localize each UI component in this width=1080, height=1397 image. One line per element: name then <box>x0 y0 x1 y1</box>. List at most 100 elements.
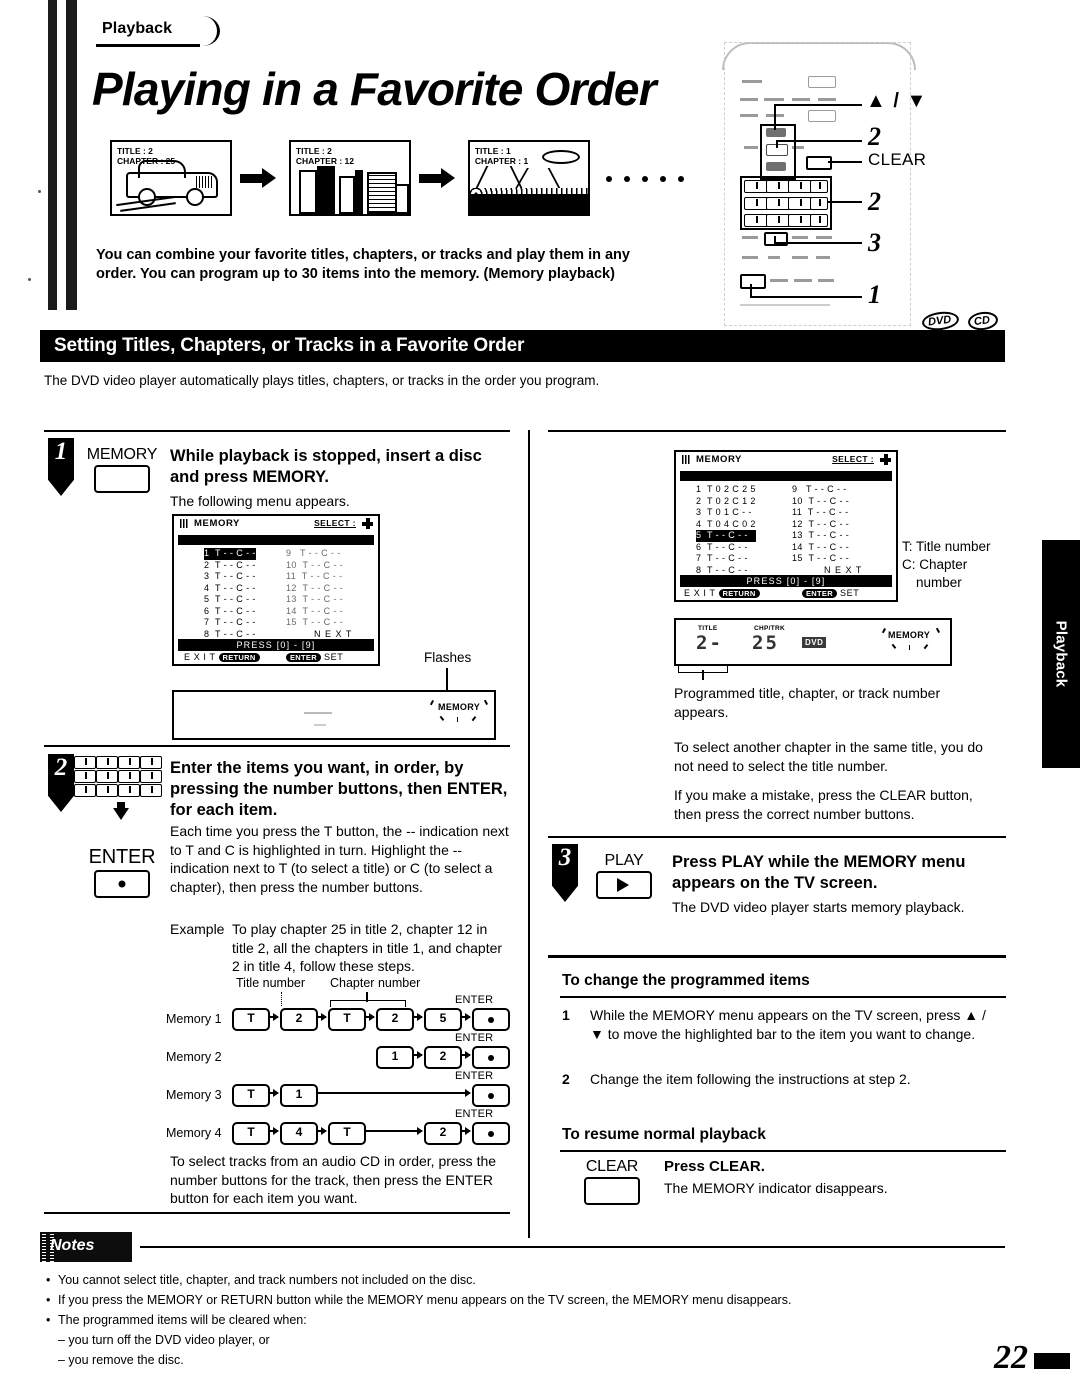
keypad-key-3[interactable] <box>118 756 140 769</box>
right-note-1: To select another chapter in the same ti… <box>674 739 983 774</box>
osd-row: 11 T - - C - - <box>286 571 343 581</box>
thumbnail-mountain: TITLE : 1 CHAPTER : 1 <box>467 140 590 216</box>
remote-key-faint <box>818 98 836 101</box>
thumb-title: TITLE : 1 <box>474 146 511 156</box>
number-key-4[interactable] <box>744 197 768 210</box>
section-header-label: Setting Titles, Chapters, or Tracks in a… <box>54 335 525 356</box>
remote-key-faint <box>742 80 762 83</box>
thumb-chapter: CHAPTER : 25 <box>117 156 176 166</box>
number-key-1[interactable] <box>744 180 768 193</box>
keypad-key-2[interactable] <box>96 756 118 769</box>
number-key-5[interactable] <box>766 197 790 210</box>
osd-row: 14 T - - C - - <box>792 541 850 552</box>
seq-key: 2 <box>280 1008 318 1031</box>
number-key-3[interactable] <box>788 180 812 193</box>
resume-title: Press CLEAR. <box>664 1158 765 1175</box>
keypad-key-1[interactable] <box>74 756 96 769</box>
step-1-button[interactable]: MEMORY <box>74 446 170 493</box>
nav-down-key[interactable] <box>766 162 786 171</box>
flash-ray <box>471 716 476 721</box>
osd-row: 1 T - - C - - <box>204 548 256 560</box>
osd-row: 7 T - - C - - <box>204 617 256 627</box>
step-2-enter-button[interactable]: ENTER <box>66 846 178 898</box>
flash-ray <box>935 627 940 634</box>
number-key-7[interactable] <box>744 214 768 227</box>
number-key-t[interactable] <box>810 180 828 193</box>
sequence-row-label: Memory 2 <box>166 1050 222 1064</box>
ellipsis-dots <box>606 169 696 187</box>
step-3-button-caption: PLAY <box>604 852 644 869</box>
seq-key: 2 <box>376 1008 414 1031</box>
resume-clear-button[interactable]: CLEAR <box>566 1158 658 1205</box>
callout-leader <box>750 284 752 298</box>
osd-row: 3 T - - C - - <box>204 571 256 581</box>
note-text: The programmed items will be cleared whe… <box>58 1313 307 1327</box>
thumb-title: TITLE : 2 <box>117 146 153 156</box>
remote-key-faint <box>742 236 758 239</box>
fpd-dvd-badge: DVD <box>802 637 827 648</box>
side-tab-playback: Playback <box>1042 540 1080 768</box>
clear-button-icon[interactable] <box>584 1177 640 1205</box>
remote-key-faint <box>792 98 810 101</box>
callout-leader <box>774 242 862 244</box>
keypad-key-6[interactable] <box>118 770 140 783</box>
thumb-title: TITLE : 2 <box>295 146 332 156</box>
kicker-underline <box>96 44 200 47</box>
section-subtext: The DVD video player automatically plays… <box>44 373 600 388</box>
step-2-body: Each time you press the T button, the --… <box>170 823 509 895</box>
flash-ray <box>439 716 444 721</box>
seq-arrow <box>412 1013 423 1021</box>
note-text: If you press the MEMORY or RETURN button… <box>58 1293 792 1307</box>
keypad-key-9[interactable] <box>118 784 140 797</box>
sequence-enter-label: ENTER <box>455 1108 494 1120</box>
number-key-plus10[interactable] <box>810 197 828 210</box>
keypad-key-t[interactable] <box>140 756 162 769</box>
number-key-2[interactable] <box>766 180 790 193</box>
keypad-key-8[interactable] <box>96 784 118 797</box>
osd-header: MEMORY SELECT : <box>676 452 896 468</box>
osd-header: MEMORY SELECT : <box>174 516 378 532</box>
number-key-0[interactable] <box>810 214 828 227</box>
number-key-6[interactable] <box>788 197 812 210</box>
callout-numbers-label: 2 <box>868 187 881 216</box>
step-3-button[interactable]: PLAY <box>578 852 670 899</box>
remote-key-faint <box>744 146 758 149</box>
keypad-key-5[interactable] <box>96 770 118 783</box>
number-key-8[interactable] <box>766 214 790 227</box>
osd-row: 15 T - - C - - <box>792 553 850 563</box>
osd-bars-icon <box>180 519 189 528</box>
keypad-key-0[interactable] <box>140 784 162 797</box>
step-1-body: The following menu appears. <box>170 493 350 509</box>
nav-up-key[interactable] <box>766 128 786 137</box>
osd-row: 13 T - - C - - <box>792 530 850 540</box>
right-note-2: If you make a mistake, press the CLEAR b… <box>674 787 973 822</box>
osd-select-label: SELECT : <box>314 518 356 528</box>
memory-key[interactable] <box>740 274 766 289</box>
callout-leader <box>776 140 862 142</box>
bullet-icon: • <box>46 1273 51 1287</box>
step-1-title: While playback is stopped, insert a disc… <box>170 447 482 486</box>
osd-row: 10 T - - C - - <box>286 559 344 570</box>
sequence-row-label: Memory 1 <box>166 1012 222 1026</box>
rule <box>548 430 1006 432</box>
seq-key: T <box>328 1008 366 1031</box>
list-text: Change the item following the instructio… <box>590 1071 911 1087</box>
resume-heading: To resume normal playback <box>562 1126 766 1143</box>
remote-key-faint <box>808 76 836 88</box>
osd-rows-right: 9 T - - C - - 10 T - - C - - 11 T - - C … <box>792 484 849 565</box>
step-3-body: The DVD video player starts memory playb… <box>672 899 965 915</box>
keypad-key-plus10[interactable] <box>140 770 162 783</box>
rule <box>44 1212 510 1214</box>
flash-ray <box>891 644 896 649</box>
step-2-keypad-icon[interactable] <box>74 756 170 798</box>
enter-button-icon[interactable] <box>94 870 150 898</box>
keypad-key-7[interactable] <box>74 784 96 797</box>
number-key-9[interactable] <box>788 214 812 227</box>
memory-button-icon[interactable] <box>94 465 150 493</box>
play-button-icon[interactable] <box>596 871 652 899</box>
seq-enter-key <box>472 1008 510 1031</box>
keypad-key-4[interactable] <box>74 770 96 783</box>
clear-key[interactable] <box>806 156 832 170</box>
thumbnail-car: TITLE : 2 CHAPTER : 25 <box>110 140 232 216</box>
note-subtext: – you remove the disc. <box>58 1353 184 1367</box>
